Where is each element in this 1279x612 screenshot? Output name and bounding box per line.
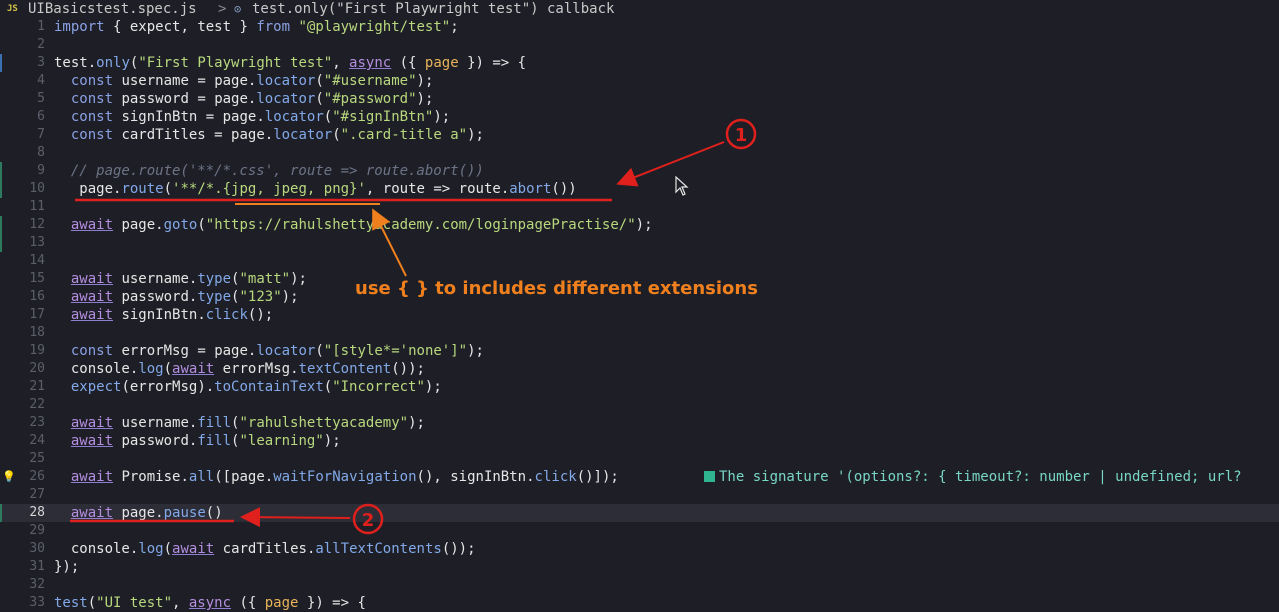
arrow-to-route: [616, 141, 725, 187]
mouse-cursor-icon: [675, 176, 689, 196]
marker-1-label: 1: [735, 125, 748, 146]
marker-2-label: 2: [362, 510, 375, 531]
arrow-to-pause: [240, 507, 351, 528]
annotation-overlay: 1 2: [70, 118, 757, 535]
arrow-to-extensions: [372, 208, 407, 277]
